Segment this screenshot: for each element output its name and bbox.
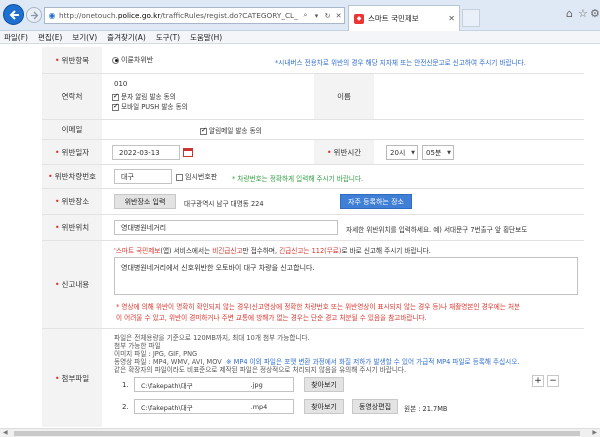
back-button[interactable] [3, 4, 24, 25]
favorites-star-icon[interactable]: ☆ [578, 7, 588, 20]
search-icon[interactable]: ⌕ [300, 11, 311, 20]
warning-line-1: * 영상에 의해 위반이 명확히 확인되지 않는 경우(신고영상에 정확한 차량… [116, 303, 521, 311]
forward-button[interactable] [26, 7, 42, 23]
label-violation-time: • 위반시간 [314, 140, 374, 164]
sms-consent-checkbox[interactable]: 문자 알림 발송 동의 [112, 91, 176, 101]
tab-favicon-icon: ◆ [354, 13, 364, 24]
push-consent-checkbox[interactable]: 모바일 PUSH 발송 동의 [112, 101, 188, 111]
row-violation-place: • 위반장소 위반장소 입력 대구광역시 남구 대명동 224 자주 등록하는 장… [42, 189, 584, 215]
tab-close-icon[interactable]: ✕ [448, 14, 459, 23]
label-violation-type: • 위반항목 [42, 47, 102, 73]
temp-plate-checkbox[interactable]: 임시번호판 [176, 172, 217, 182]
close-icon[interactable]: ✕ [333, 12, 344, 20]
label-name: 이름 [314, 74, 374, 119]
back-arrow-icon [9, 9, 19, 20]
attach-info-5: 같은 확장자의 파일이라도 비표준으로 제작된 파일은 정상적으로 처리되지 않… [114, 366, 407, 374]
emergency-notice: '스마트 국민제보(앱) 서비스에서는 비긴급신고만 접수하며, 긴급신고는 1… [114, 247, 431, 255]
dropdown-icon[interactable]: ▾ [311, 12, 322, 20]
remove-file-button[interactable]: − [547, 375, 559, 387]
bus-lane-notice: *시내버스 전용차로 위반의 경우 해당 지자체 또는 안전신문고로 신고하여 … [275, 59, 526, 67]
vehicle-number-input[interactable]: 대구 [114, 169, 172, 184]
menu-view[interactable]: 보기(V) [72, 32, 97, 43]
menu-tools[interactable]: 도구(T) [156, 32, 180, 43]
row-contact: 연락처 010 문자 알림 발송 동의 모바일 PUSH 발송 동의 이름 [42, 74, 584, 120]
calendar-icon[interactable] [183, 147, 193, 157]
label-email: 이메일 [42, 120, 102, 139]
browser-titlebar: ◉ http://onetouch.police.go.kr/trafficRu… [0, 0, 600, 31]
add-file-button[interactable]: + [532, 375, 544, 387]
file-1-path[interactable]: C:\fakepath\대구 .jpg [134, 377, 294, 392]
menu-file[interactable]: 파일(F) [4, 32, 28, 43]
row-violation-type: • 위반항목 이륜차위반 *시내버스 전용차로 위반의 경우 해당 지자체 또는 … [42, 47, 584, 74]
row-violation-location: • 위반위치 영대병원네거리 자세한 위반위치를 입력하세요. 예) 서대문구 7… [42, 215, 584, 241]
menu-favorites[interactable]: 즐겨찾기(A) [107, 32, 146, 43]
horizontal-scrollbar[interactable]: ◀ ▶ [0, 428, 600, 437]
tab-title: 스마트 국민제보 [368, 14, 419, 23]
label-violation-location: • 위반위치 [42, 215, 102, 240]
file-2-size: 원본 : 21.7MB [404, 405, 448, 413]
violation-place-input-button[interactable]: 위반장소 입력 [114, 194, 176, 209]
row-vehicle-number: • 위반차량번호 대구 임시번호판 * 차량번호는 정확하게 입력해 주시기 바랍… [42, 165, 584, 189]
scroll-thumb[interactable] [14, 431, 580, 436]
new-tab-button[interactable] [462, 9, 480, 27]
file-2-video-edit-button[interactable]: 동영상편집 [352, 399, 398, 414]
report-content-textarea[interactable]: 영대병원네거리에서 신호위반한 오토바이 대구 차량을 신고합니다. [114, 257, 578, 295]
label-contact: 연락처 [42, 74, 102, 119]
refresh-icon[interactable]: ↻ [322, 12, 333, 20]
menu-help[interactable]: 도움말(H) [190, 32, 222, 43]
row-report: • 신고내용 '스마트 국민제보(앱) 서비스에서는 비긴급신고만 접수하며, 긴… [42, 241, 584, 329]
mail-consent-checkbox[interactable]: 알림메일 발송 동의 [200, 125, 262, 135]
file-2-index: 2. [122, 403, 129, 411]
vehicle-number-notice: * 차량번호는 정확하게 입력해 주시기 바랍니다. [232, 175, 364, 183]
frequent-place-button[interactable]: 자주 등록하는 장소 [340, 194, 412, 209]
settings-gear-icon[interactable]: ⚙ [590, 7, 600, 20]
label-violation-date: • 위반일자 [42, 140, 102, 164]
warning-line-2: 이 어려울 수 있고, 위반이 경미하거나 주변 교통에 방해가 없는 경우는 … [116, 314, 427, 322]
file-2-path[interactable]: C:\fakepath\대구 .mp4 [134, 399, 294, 414]
home-icon[interactable]: ⌂ [566, 7, 573, 20]
row-email: 이메일 알림메일 발송 동의 [42, 120, 584, 140]
violation-location-hint: 자세한 위반위치를 입력하세요. 예) 서대문구 7번출구 앞 횡단보도 [346, 226, 528, 234]
label-attachments: • 첨부파일 [42, 329, 102, 427]
page-icon: ◉ [48, 11, 56, 20]
forward-arrow-icon [30, 11, 38, 19]
violation-type-radio[interactable]: 이륜차위반 [112, 55, 153, 65]
scroll-left-icon[interactable]: ◀ [3, 429, 8, 436]
address-url[interactable]: http://onetouch.police.go.kr/trafficRule… [59, 11, 300, 20]
label-report: • 신고내용 [42, 241, 102, 328]
hour-select[interactable]: 20시 ▼ [386, 145, 418, 160]
phone-value[interactable]: 010 [114, 80, 127, 88]
file-1-browse-button[interactable]: 찾아보기 [304, 377, 344, 392]
label-vehicle-number: • 위반차량번호 [42, 165, 102, 188]
menu-edit[interactable]: 편집(E) [38, 32, 62, 43]
file-1-index: 1. [122, 381, 129, 389]
row-violation-date: • 위반일자 2022-03-13 • 위반시간 20시 ▼ 05분 ▼ [42, 140, 584, 165]
browser-tab[interactable]: ◆ 스마트 국민제보 ✕ [348, 5, 460, 31]
label-violation-place: • 위반장소 [42, 189, 102, 214]
address-bar[interactable]: ◉ http://onetouch.police.go.kr/trafficRu… [44, 7, 345, 24]
violation-location-input[interactable]: 영대병원네거리 [114, 220, 338, 235]
row-attachments: • 첨부파일 파일은 전체용량을 기준으로 120MB까지, 최대 10개 첨부 … [42, 329, 584, 427]
menu-bar: 파일(F) 편집(E) 보기(V) 즐겨찾기(A) 도구(T) 도움말(H) [0, 31, 600, 44]
violation-date-input[interactable]: 2022-03-13 [112, 145, 180, 160]
file-2-browse-button[interactable]: 찾아보기 [304, 399, 344, 414]
minute-select[interactable]: 05분 ▼ [422, 145, 454, 160]
scroll-right-icon[interactable]: ▶ [592, 429, 597, 436]
violation-address: 대구광역시 남구 대명동 224 [184, 200, 264, 208]
